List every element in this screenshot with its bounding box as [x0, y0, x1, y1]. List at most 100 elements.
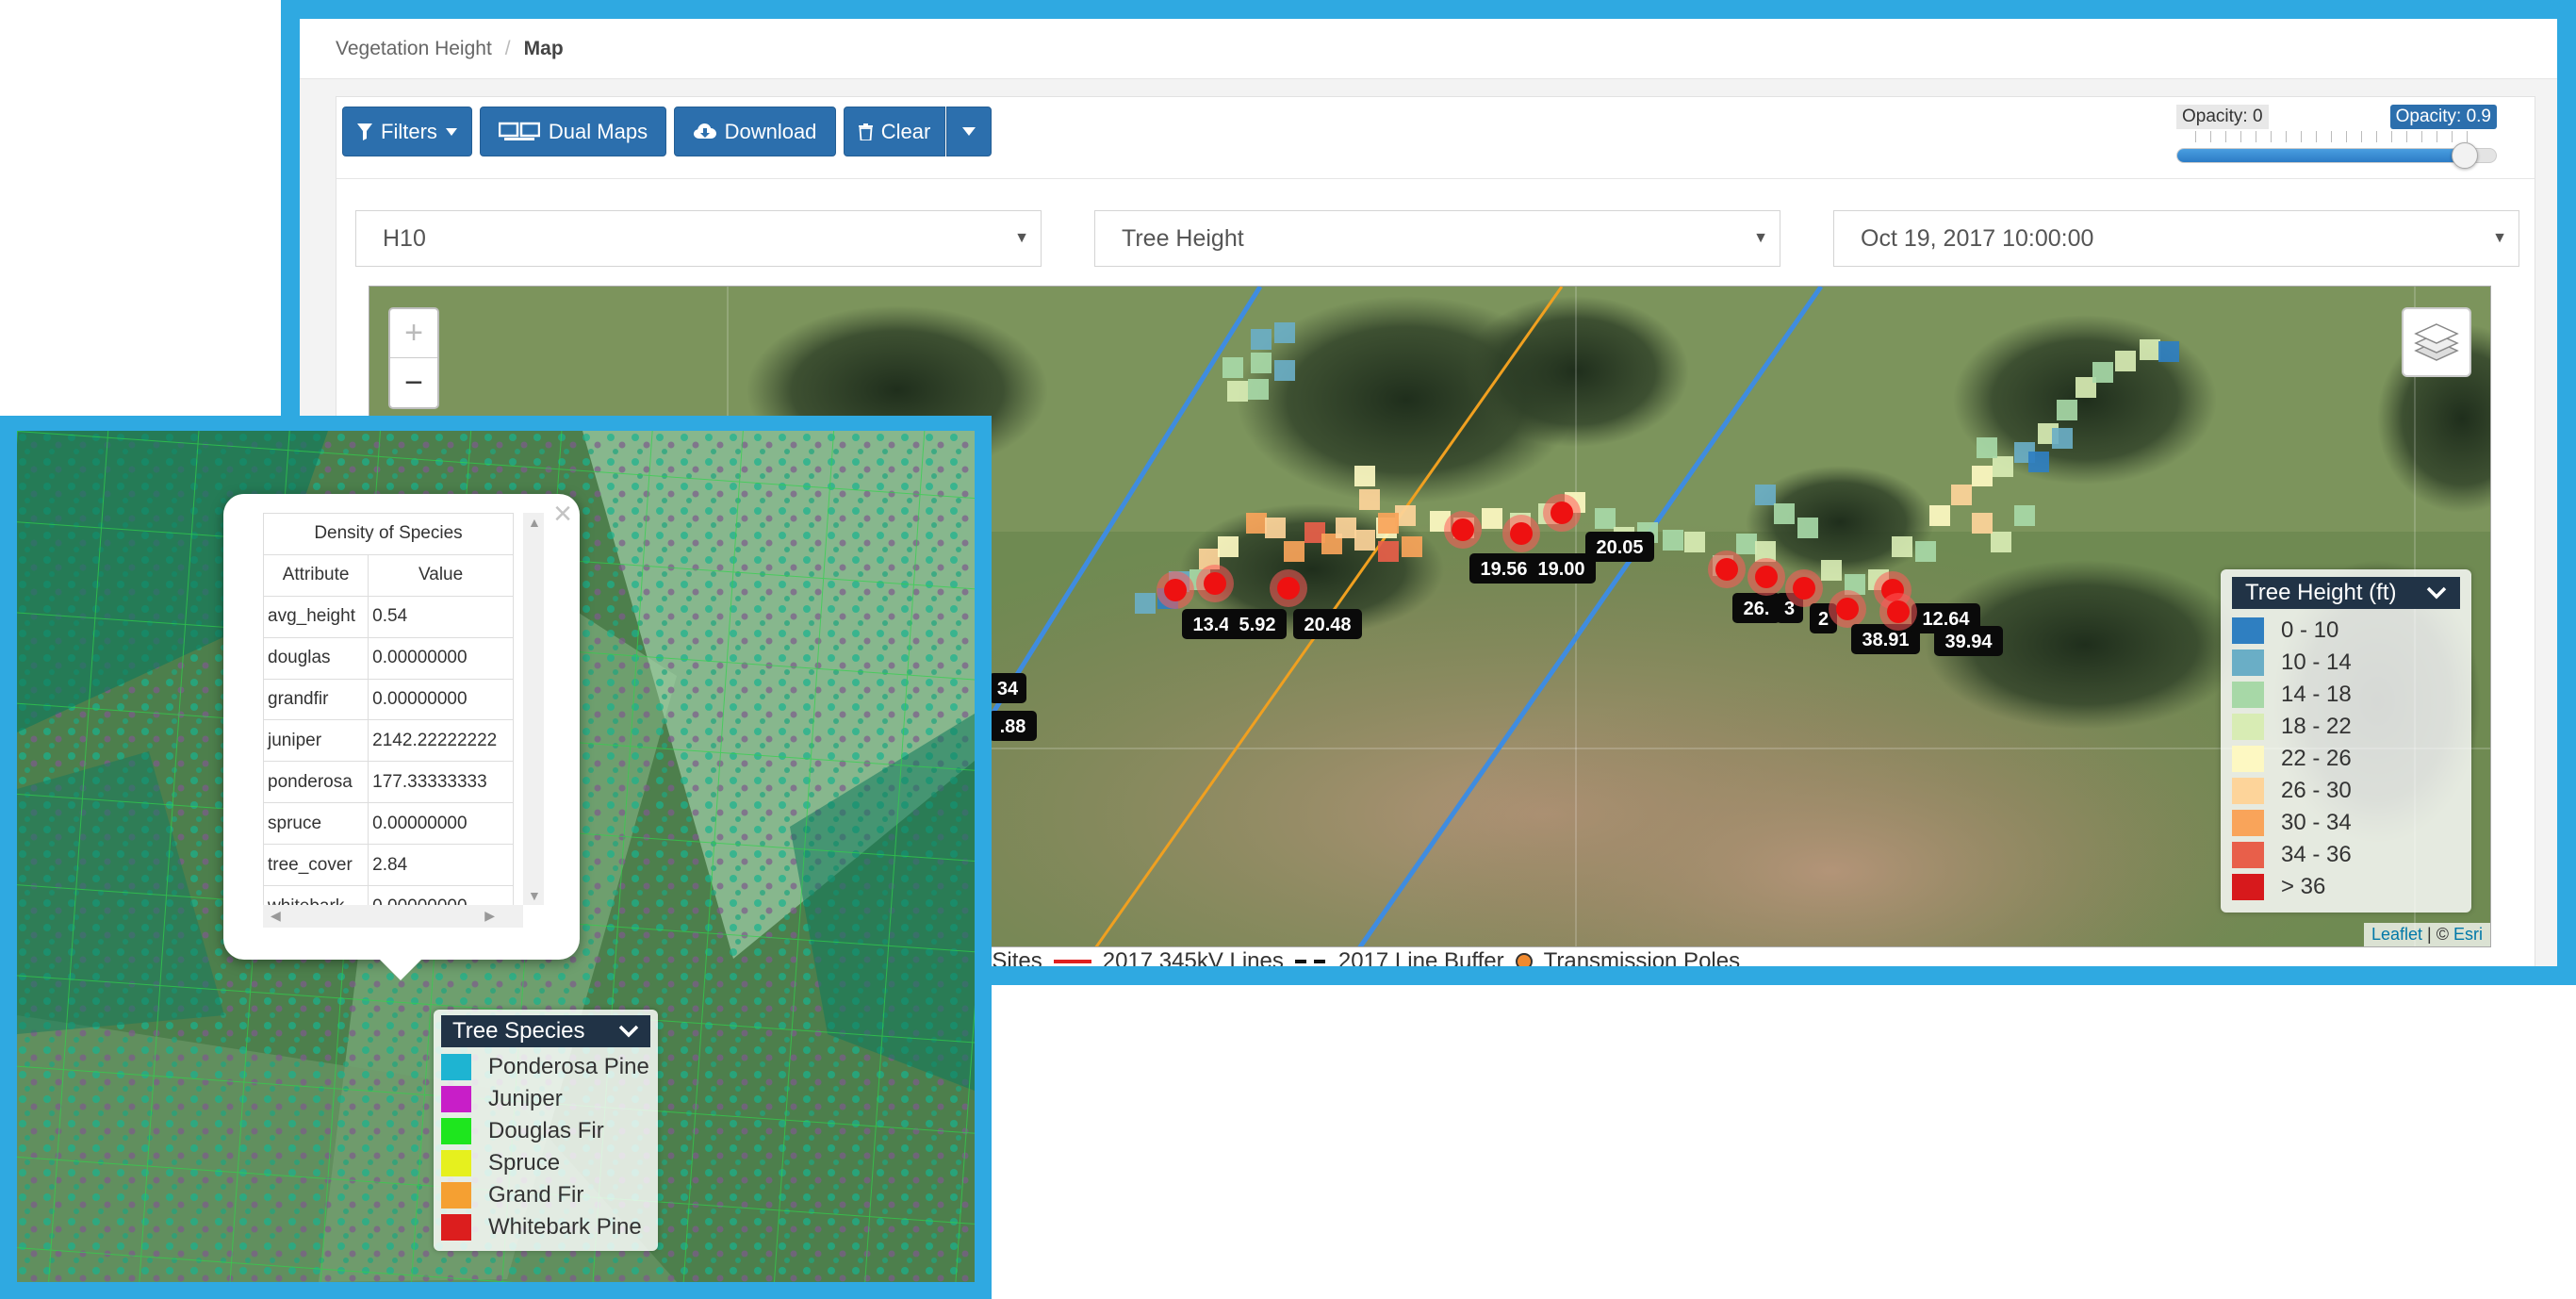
height-marker [1204, 572, 1226, 595]
height-legend-swatch [2232, 682, 2264, 708]
species-legend-item: Whitebark Pine [441, 1211, 650, 1243]
height-cell [1218, 536, 1239, 557]
marker-label: 5.92 [1239, 615, 1276, 635]
height-legend-item: 34 - 36 [2232, 839, 2460, 871]
height-cell [1774, 503, 1795, 524]
clear-options-toggle[interactable] [946, 107, 992, 156]
table-row: juniper 2142.22222222 [262, 719, 514, 763]
height-cell [1378, 513, 1399, 534]
height-cell [1991, 532, 2011, 552]
opacity-slider[interactable]: Opacity: 0 Opacity: 0.9 [2176, 105, 2497, 171]
overlay-legend-poles: Transmission Poles [1543, 948, 1741, 966]
height-cell [1595, 508, 1616, 529]
height-cell [1684, 532, 1705, 552]
height-legend-label: 0 - 10 [2281, 617, 2339, 643]
tree-species-legend-title: Tree Species [452, 1018, 585, 1044]
table-row: douglas 0.00000000 [262, 636, 514, 680]
tree-height-legend: Tree Height (ft) 0 - 10 10 - 14 14 - 18 18 … [2221, 569, 2471, 913]
opacity-track[interactable] [2176, 148, 2497, 163]
tree-species-legend-header[interactable]: Tree Species [441, 1015, 650, 1047]
breadcrumb-parent[interactable]: Vegetation Height [336, 38, 492, 60]
scroll-up-icon[interactable]: ▲ [528, 515, 541, 530]
filter-icon [357, 123, 373, 140]
height-legend-swatch [2232, 810, 2264, 836]
height-legend-item: 14 - 18 [2232, 679, 2460, 711]
height-cell [1354, 530, 1375, 551]
overlay-legend-lines: 2017 345kV Lines [1102, 948, 1284, 966]
height-legend-label: 10 - 14 [2281, 650, 2352, 675]
species-legend-swatch [441, 1150, 471, 1176]
download-button[interactable]: Download [674, 107, 836, 156]
species-legend-swatch [441, 1086, 471, 1112]
leaflet-link[interactable]: Leaflet [2371, 925, 2422, 944]
attribute-cell: avg_height [262, 595, 369, 638]
zoom-out-button[interactable]: − [390, 358, 437, 407]
height-cell [2028, 452, 2049, 472]
height-legend-swatch [2232, 874, 2264, 900]
height-legend-label: 34 - 36 [2281, 842, 2352, 867]
table-row: spruce 0.00000000 [262, 802, 514, 846]
pole-dot-icon [1515, 953, 1533, 966]
opacity-ticks [2195, 131, 2478, 142]
marker-label: 19.00 [1537, 559, 1584, 580]
species-legend-item: Douglas Fir [441, 1115, 650, 1147]
value-cell: 0.54 [368, 595, 514, 638]
marker-label: 20.05 [1596, 537, 1643, 558]
dashed-line-icon [1294, 960, 1327, 963]
datetime-select[interactable]: Oct 19, 2017 10:00:00 ▼ [1833, 210, 2519, 267]
marker-label: .88 [1000, 716, 1026, 737]
height-cell [1482, 508, 1502, 529]
height-cell [1972, 513, 1993, 534]
dual-maps-button[interactable]: Dual Maps [480, 107, 666, 156]
zoom-control: + − [388, 307, 439, 409]
species-legend-label: Douglas Fir [488, 1118, 604, 1143]
height-cell [1929, 505, 1950, 526]
height-legend-label: 14 - 18 [2281, 682, 2352, 707]
species-legend-item: Juniper [441, 1083, 650, 1115]
breadcrumb-current: Map [523, 37, 564, 59]
height-cell [2158, 341, 2179, 362]
popup-vertical-scrollbar[interactable]: ▲ ▼ [523, 513, 544, 905]
filters-button-label: Filters [381, 119, 437, 143]
close-icon[interactable]: × [553, 496, 572, 533]
height-cell [1251, 353, 1272, 373]
species-legend-swatch [441, 1054, 471, 1080]
height-cell [1251, 329, 1272, 350]
clear-button[interactable]: Clear [844, 107, 945, 156]
height-legend-item: 18 - 22 [2232, 711, 2460, 743]
tree-species-map[interactable]: × Density of Species Attribute Value avg… [17, 431, 975, 1282]
height-cell [1972, 466, 1993, 486]
species-legend-label: Spruce [488, 1150, 561, 1176]
filters-button[interactable]: Filters [342, 107, 472, 156]
species-legend-label: Juniper [488, 1086, 563, 1111]
metric-select[interactable]: Tree Height ▼ [1094, 210, 1780, 267]
height-cell [1135, 593, 1156, 614]
scroll-right-icon[interactable]: ▶ [484, 908, 495, 924]
height-cell [1336, 518, 1356, 538]
height-cell [1892, 536, 1912, 557]
tree-height-legend-header[interactable]: Tree Height (ft) [2232, 577, 2460, 609]
height-legend-label: 26 - 30 [2281, 778, 2352, 803]
height-cell [1402, 536, 1422, 557]
attribute-cell: grandfir [262, 678, 369, 721]
height-legend-label: > 36 [2281, 874, 2326, 899]
esri-link[interactable]: Esri [2453, 925, 2483, 944]
height-cell [1993, 456, 2013, 477]
height-marker [1510, 522, 1533, 545]
site-select[interactable]: H10 ▼ [355, 210, 1042, 267]
height-cell [1977, 437, 1997, 458]
layers-button[interactable] [2402, 307, 2471, 377]
opacity-handle[interactable] [2452, 142, 2478, 169]
popup-horizontal-scrollbar[interactable]: ◀ ▶ [263, 905, 523, 928]
height-marker [1164, 579, 1187, 601]
zoom-in-button[interactable]: + [390, 309, 437, 358]
scroll-down-icon[interactable]: ▼ [528, 888, 541, 903]
height-cell [1227, 381, 1248, 402]
attribute-cell: douglas [262, 636, 369, 680]
height-legend-item: 30 - 34 [2232, 807, 2460, 839]
height-legend-swatch [2232, 617, 2264, 644]
value-cell: 177.33333333 [368, 761, 514, 804]
scroll-left-icon[interactable]: ◀ [271, 908, 281, 924]
species-legend-item: Ponderosa Pine [441, 1051, 650, 1083]
breadcrumb: Vegetation Height / Map [300, 19, 2557, 79]
